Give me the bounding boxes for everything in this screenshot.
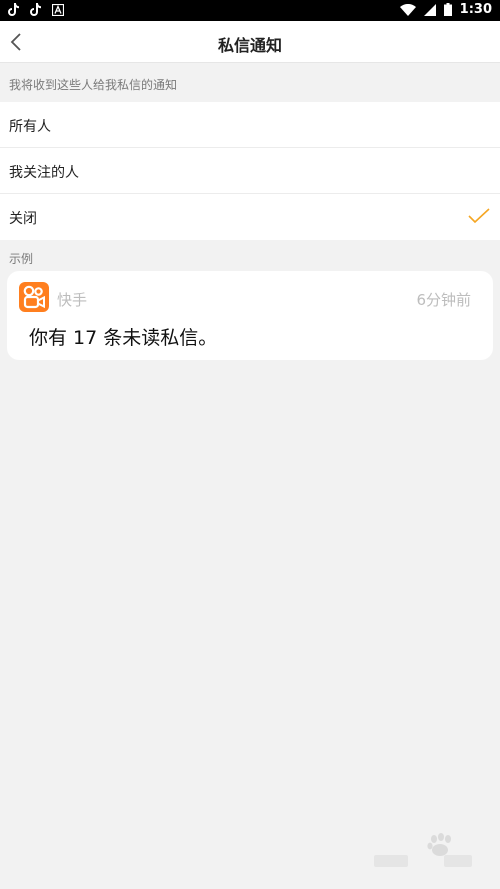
notification-message: 你有 17 条未读私信。: [29, 327, 218, 349]
system-icons: 1:30: [399, 2, 492, 17]
notification-app-name: 快手: [57, 291, 88, 309]
option-label: 我关注的人: [9, 165, 79, 181]
option-label: 所有人: [9, 119, 51, 135]
kuaishou-app-icon: [19, 282, 49, 312]
page-title: 私信通知: [217, 36, 282, 55]
notification-icons: [8, 3, 64, 17]
status-bar: 1:30: [0, 0, 500, 21]
section-caption: 我将收到这些人给我私信的通知: [9, 78, 178, 92]
signal-icon: [423, 3, 436, 16]
notification-options: 所有人 我关注的人 关闭: [0, 102, 500, 240]
notification-time: 6分钟前: [416, 291, 471, 309]
wifi-icon: [399, 3, 416, 16]
example-notification-card: 快手 6分钟前 你有 17 条未读私信。: [7, 271, 493, 360]
camera-logo-icon: [23, 285, 45, 309]
tiktok-icon: [30, 3, 41, 16]
baidu-watermark-logo: [374, 833, 472, 867]
font-icon: [52, 4, 64, 16]
option-everyone[interactable]: 所有人: [0, 102, 500, 148]
example-caption: 示例: [9, 252, 34, 266]
battery-icon: [443, 3, 452, 16]
tiktok-icon: [8, 3, 19, 16]
option-following[interactable]: 我关注的人: [0, 148, 500, 194]
option-label: 关闭: [9, 211, 37, 227]
clock: 1:30: [459, 2, 492, 17]
option-off[interactable]: 关闭: [0, 194, 500, 240]
checkmark-icon: [468, 208, 490, 224]
app-bar: 私信通知: [0, 21, 500, 63]
